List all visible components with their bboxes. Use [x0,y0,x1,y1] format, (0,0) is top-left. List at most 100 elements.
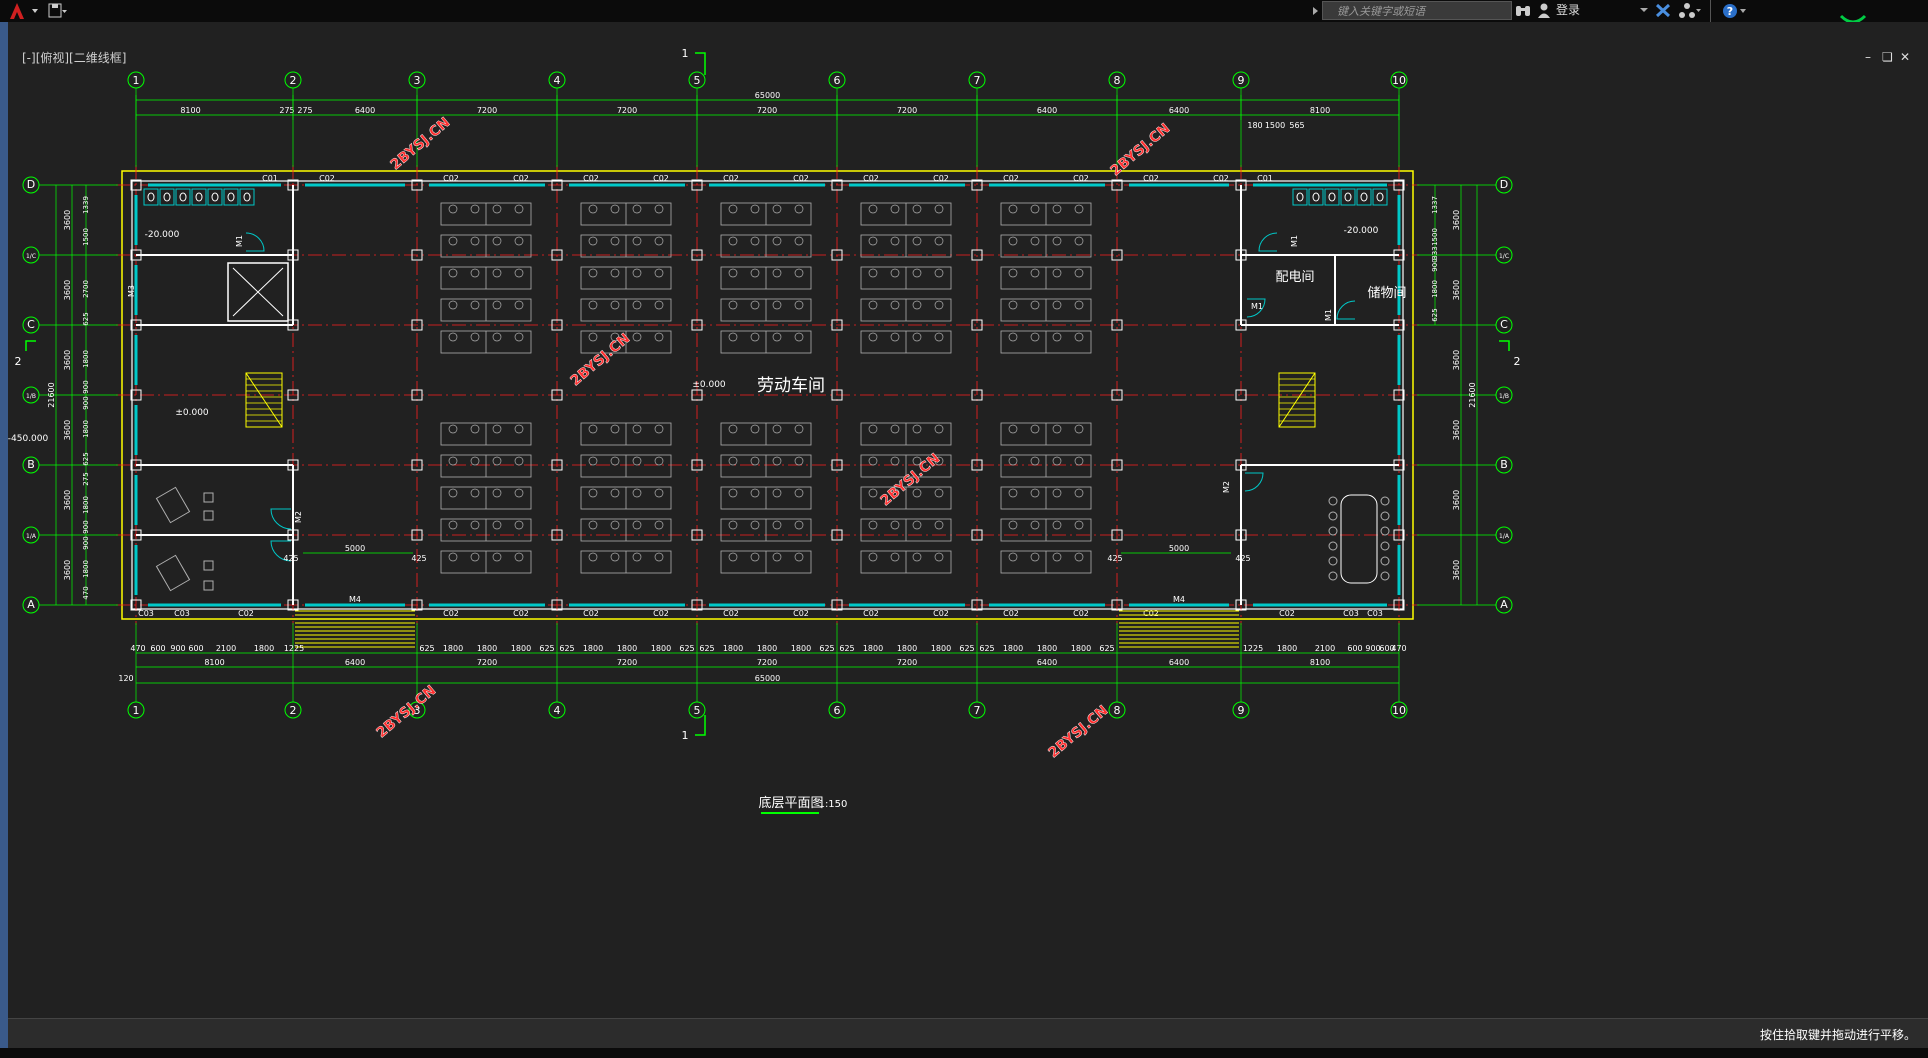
dim-bottom-detail: 1800 [791,644,811,653]
door-label: M4 [349,595,361,604]
dim-top: 275 [279,106,294,115]
door-label: M4 [1173,595,1185,604]
window-label: C01 [1257,174,1273,183]
elevation-left: ±0.000 [175,408,209,418]
axis-letter: A [27,598,35,611]
chair [470,488,480,498]
door-label: M3 [127,285,136,297]
login-button[interactable]: 登录 [1556,1,1580,20]
dim-top: 8100 [180,106,200,115]
chair [1380,571,1390,581]
chair [912,332,922,342]
chair [514,300,524,310]
app-menu-icon[interactable] [4,1,44,21]
chair [632,268,642,278]
expand-arrow-icon[interactable] [1312,4,1320,18]
chair [654,204,664,214]
chair [514,268,524,278]
chair [1380,496,1390,506]
window-label: C02 [863,174,879,183]
chair [1008,456,1018,466]
chair [203,492,214,503]
dim-small: 1500 [1265,121,1285,130]
chair [1052,332,1062,342]
compass-icon[interactable] [1838,4,1868,22]
chair [794,236,804,246]
login-dropdown-icon[interactable] [1640,6,1648,14]
dim-bottom-detail: 625 [1099,644,1114,653]
dim-bottom: 8100 [204,658,224,667]
toilet-fixture [243,192,251,202]
axis-number: 10 [1392,74,1406,87]
window-label: C02 [1073,609,1089,618]
chair [1074,268,1084,278]
chair [868,520,878,530]
chair [492,424,502,434]
chair [1074,520,1084,530]
room-label-power: 配电间 [1275,270,1314,285]
chair [868,300,878,310]
chair [1052,204,1062,214]
chair [492,552,502,562]
axis-letter: 1/B [1499,393,1509,400]
axis-number: 5 [694,74,701,87]
chair [588,456,598,466]
chair [728,456,738,466]
chair [588,552,598,562]
chair [588,488,598,498]
chair [750,236,760,246]
chair [1328,526,1338,536]
svg-text:?: ? [1727,5,1733,18]
chair [772,332,782,342]
dim-left-detail: 1500 [82,228,90,246]
chair [794,332,804,342]
window-label: C02 [723,609,739,618]
save-icon[interactable] [46,2,68,20]
chair [868,488,878,498]
dim-bottom-detail: 1800 [254,644,274,653]
door-swing [270,508,292,530]
elevator-cross [232,267,284,317]
chair [1380,556,1390,566]
dim-left-detail: 470 [82,586,90,599]
window-label: C02 [443,174,459,183]
dim-bottom: 7200 [757,658,777,667]
search-input[interactable]: 键入关键字或短语 [1322,1,1512,20]
toilet-fixture [147,192,155,202]
chair [654,268,664,278]
binoculars-icon[interactable] [1514,2,1532,19]
toilet-fixture [1312,192,1320,202]
chair [1030,236,1040,246]
window-label: C02 [1213,174,1229,183]
exchange-icon[interactable] [1654,2,1672,19]
axis-letter: C [27,318,35,331]
dim-left-detail: 1339 [82,196,90,214]
window-label: C02 [1143,174,1159,183]
chair [610,424,620,434]
user-icon[interactable] [1536,2,1552,19]
dim-bottom-detail: 1800 [1003,644,1023,653]
chair [654,552,664,562]
dim-bottom-detail: 1800 [1071,644,1091,653]
chair [514,520,524,530]
chair [492,268,502,278]
bottom-frame [0,1048,1928,1058]
chair [890,424,900,434]
chair [1030,424,1040,434]
drawing-viewport[interactable]: [-][俯视][二维线框] – ❏ ✕ C01 C02 C02 C02 C02 C02 C0… [8,22,1928,1018]
chair [772,300,782,310]
chair [868,456,878,466]
help-icon[interactable]: ? [1720,1,1750,21]
axis-number: 9 [1238,74,1245,87]
chair [934,552,944,562]
chair [610,300,620,310]
dim-top: 7200 [477,106,497,115]
dim-left-detail: 900 [82,520,90,533]
chair [470,332,480,342]
chair [632,520,642,530]
chair [912,552,922,562]
dim-left-detail: 1800 [82,496,90,514]
chair [1328,556,1338,566]
connect-icon[interactable] [1678,2,1702,19]
chair [794,520,804,530]
